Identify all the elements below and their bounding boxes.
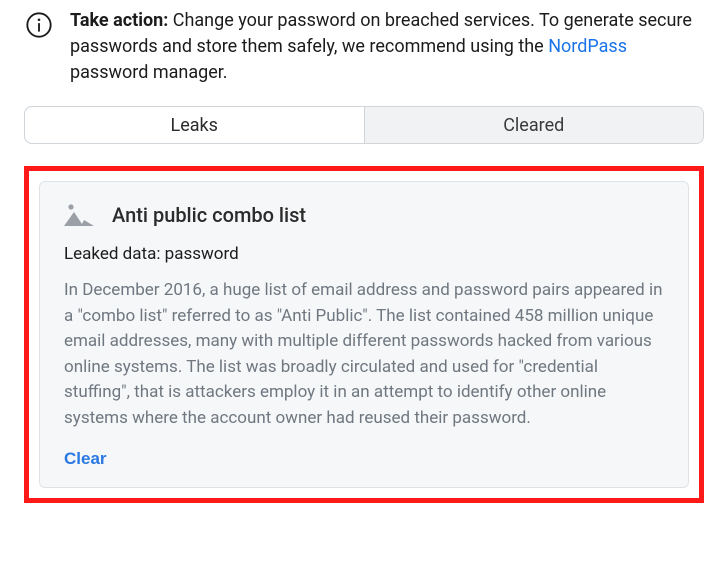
tab-cleared-label: Cleared — [503, 115, 564, 136]
tab-leaks[interactable]: Leaks — [25, 107, 365, 143]
leaked-value: password — [165, 244, 239, 264]
tab-leaks-label: Leaks — [171, 115, 218, 136]
breach-image-icon — [64, 202, 94, 228]
tab-cleared[interactable]: Cleared — [365, 107, 704, 143]
info-icon — [24, 10, 54, 40]
highlight-box: Anti public combo list Leaked data: pass… — [24, 166, 704, 503]
take-action-post: password manager. — [70, 62, 228, 83]
breach-title: Anti public combo list — [112, 203, 306, 227]
clear-button[interactable]: Clear — [64, 449, 107, 469]
leaked-label: Leaked data: — [64, 244, 160, 264]
tabs: Leaks Cleared — [24, 106, 704, 144]
take-action-text: Take action: Change your password on bre… — [70, 8, 704, 86]
breach-card-header: Anti public combo list — [64, 202, 664, 228]
take-action-banner: Take action: Change your password on bre… — [24, 8, 704, 86]
take-action-label: Take action: — [70, 10, 168, 31]
leaked-data-line: Leaked data: password — [64, 244, 664, 264]
breach-card: Anti public combo list Leaked data: pass… — [39, 181, 689, 488]
breach-description: In December 2016, a huge list of email a… — [64, 278, 664, 431]
nordpass-link[interactable]: NordPass — [548, 36, 627, 57]
